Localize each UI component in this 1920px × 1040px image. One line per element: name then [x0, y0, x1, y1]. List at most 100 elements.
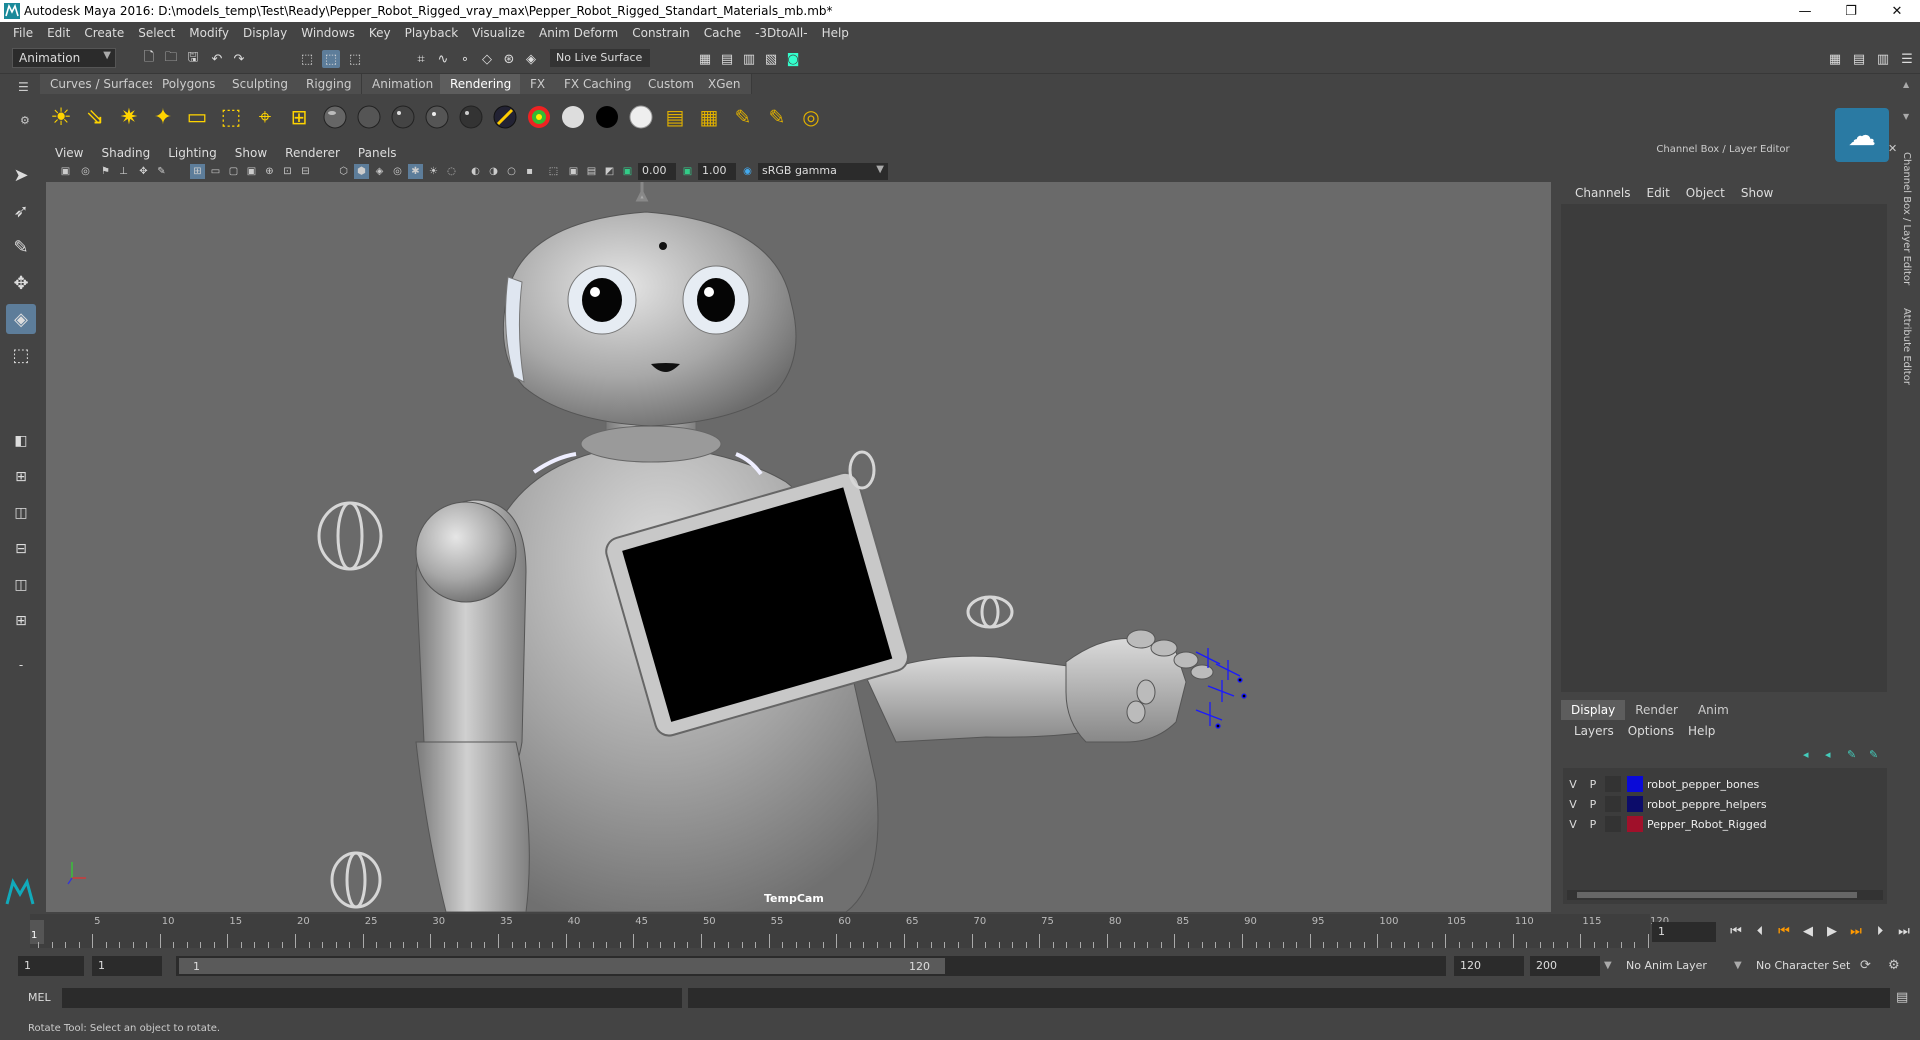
menu-display[interactable]: Display: [236, 26, 294, 40]
menu-3dtoall[interactable]: -3DtoAll-: [748, 26, 814, 40]
viewport-menu-lighting[interactable]: Lighting: [159, 146, 226, 160]
channel-box-area[interactable]: [1561, 204, 1887, 692]
volume-light-icon[interactable]: ⬚: [216, 102, 246, 132]
maya-home-icon[interactable]: [4, 876, 36, 908]
right-scrollbar[interactable]: ▲ ▼: [1899, 40, 1919, 136]
shelf-tab-rendering[interactable]: Rendering: [440, 74, 523, 94]
command-input[interactable]: [62, 988, 682, 1008]
bookmark-icon[interactable]: ⚑: [98, 164, 113, 179]
spot-light-icon[interactable]: ✦: [148, 102, 178, 132]
time-slider[interactable]: 1 5 10 15 20 25 30 35 40 45 50 55 60 65 70 75 80 85 90 95 1…: [30, 914, 1669, 948]
select-by-component-icon[interactable]: ⬚: [346, 50, 364, 68]
shelf-tab-animation[interactable]: Animation: [362, 74, 445, 94]
resolution-gate-icon[interactable]: ▢: [226, 164, 241, 179]
color-management-icon[interactable]: ◉: [740, 164, 755, 179]
layer-visibility-toggle[interactable]: V: [1563, 778, 1583, 791]
layer-menu-help[interactable]: Help: [1681, 724, 1722, 738]
side-by-side-layout-icon[interactable]: ◫: [6, 498, 36, 528]
use-all-lights-icon[interactable]: ✱: [408, 164, 423, 179]
shadows-icon[interactable]: ☀: [426, 164, 441, 179]
layer-horizontal-scrollbar[interactable]: [1567, 890, 1883, 900]
isolate-select-icon[interactable]: ▪: [522, 164, 537, 179]
menu-key[interactable]: Key: [362, 26, 398, 40]
ambient-light-icon[interactable]: ☀: [46, 102, 76, 132]
exposure-field[interactable]: 0.00: [638, 163, 676, 180]
ramp-shader-icon[interactable]: [524, 102, 554, 132]
play-forwards-icon[interactable]: ▶: [1822, 922, 1842, 940]
playblast-icon[interactable]: ◎: [796, 102, 826, 132]
preferences-icon[interactable]: ⚙: [1888, 958, 1900, 973]
gate-mask-icon[interactable]: ▣: [244, 164, 259, 179]
phong-material-icon[interactable]: [388, 102, 418, 132]
playback-start-field[interactable]: 1: [92, 956, 162, 976]
four-pane-layout-icon[interactable]: ⊞: [6, 462, 36, 492]
backface-icon[interactable]: ◩: [602, 164, 617, 179]
layer-row[interactable]: V P Pepper_Robot_Rigged: [1563, 814, 1887, 834]
render-view-icon[interactable]: ▧: [762, 50, 780, 68]
layer-playback-toggle[interactable]: P: [1583, 798, 1603, 811]
lambert-material-icon[interactable]: [354, 102, 384, 132]
viewport-menu-panels[interactable]: Panels: [349, 146, 406, 160]
viewport-menu-shading[interactable]: Shading: [92, 146, 159, 160]
render-settings-icon[interactable]: ▦: [696, 50, 714, 68]
layer-visibility-toggle[interactable]: V: [1563, 818, 1583, 831]
xray-active-icon[interactable]: ▤: [584, 164, 599, 179]
layer-type-toggle[interactable]: [1605, 796, 1621, 812]
menu-file[interactable]: File: [6, 26, 40, 40]
render-sequence-icon[interactable]: ▦: [694, 102, 724, 132]
range-slider-handle[interactable]: 1 120: [179, 958, 945, 974]
channel-box-toggle-icon[interactable]: ▥: [1874, 50, 1892, 68]
character-set-dropdown[interactable]: No Character Set: [1750, 956, 1856, 976]
open-scene-icon[interactable]: 🗀: [162, 50, 180, 68]
cb-menu-show[interactable]: Show: [1733, 186, 1781, 200]
layer-row[interactable]: V P robot_peppre_helpers: [1563, 794, 1887, 814]
select-camera-icon[interactable]: ▣: [58, 164, 73, 179]
move-layer-up-icon[interactable]: ◂: [1803, 748, 1809, 761]
snap-point-icon[interactable]: ∘: [456, 50, 474, 68]
auto-key-icon[interactable]: ⟳: [1860, 958, 1871, 973]
wireframe-on-shaded-icon[interactable]: ◈: [372, 164, 387, 179]
camera-aim-icon[interactable]: ⊞: [284, 102, 314, 132]
phong-e-material-icon[interactable]: [422, 102, 452, 132]
layer-tab-display[interactable]: Display: [1561, 700, 1626, 720]
step-back-key-icon[interactable]: ⏮: [1774, 922, 1794, 940]
select-by-hierarchy-icon[interactable]: ⬚: [298, 50, 316, 68]
play-backwards-icon[interactable]: ◀: [1798, 922, 1818, 940]
cloud-upload-button[interactable]: ☁: [1835, 108, 1889, 162]
panel-close-icon[interactable]: ✕: [1888, 142, 1897, 155]
rotate-tool-icon[interactable]: ◈: [6, 304, 36, 334]
layer-type-toggle[interactable]: [1605, 816, 1621, 832]
motion-blur-icon[interactable]: ◐: [468, 164, 483, 179]
animation-start-field[interactable]: 1: [18, 956, 84, 976]
menu-constrain[interactable]: Constrain: [625, 26, 697, 40]
anisotropic-material-icon[interactable]: [456, 102, 486, 132]
step-forward-key-icon[interactable]: ⏭: [1846, 922, 1866, 940]
layer-type-toggle[interactable]: [1605, 776, 1621, 792]
menu-playback[interactable]: Playback: [398, 26, 466, 40]
ipr-render-shelf-icon[interactable]: ✎: [762, 102, 792, 132]
chevron-down-icon[interactable]: ▼: [1734, 960, 1742, 971]
snap-curve-icon[interactable]: ∿: [434, 50, 452, 68]
step-forward-frame-icon[interactable]: ⏵: [1870, 922, 1890, 940]
shelf-tab-curves-surfaces[interactable]: Curves / Surfaces: [40, 74, 167, 94]
menu-create[interactable]: Create: [77, 26, 131, 40]
scrollbar-thumb[interactable]: [1577, 892, 1857, 898]
save-scene-icon[interactable]: 🖫: [184, 50, 202, 68]
menu-windows[interactable]: Windows: [294, 26, 362, 40]
color-space-dropdown[interactable]: sRGB gamma ▼: [758, 163, 888, 180]
chevron-down-icon[interactable]: ▼: [1604, 960, 1612, 971]
shelf-tab-xgen[interactable]: XGen: [698, 74, 752, 94]
layer-menu-options[interactable]: Options: [1621, 724, 1681, 738]
move-tool-icon[interactable]: ✥: [6, 268, 36, 298]
screen-space-ao-icon[interactable]: ◌: [444, 164, 459, 179]
menu-help[interactable]: Help: [815, 26, 856, 40]
persp-outliner-layout-icon[interactable]: ◫: [6, 570, 36, 600]
textured-icon[interactable]: ◎: [390, 164, 405, 179]
shelf-tab-rigging[interactable]: Rigging: [296, 74, 363, 94]
layer-row[interactable]: V P robot_pepper_bones: [1563, 774, 1887, 794]
cb-menu-channels[interactable]: Channels: [1567, 186, 1639, 200]
snap-live-icon[interactable]: ⊛: [500, 50, 518, 68]
animation-end-field[interactable]: 200: [1530, 956, 1600, 976]
hypershade-icon[interactable]: ◙: [784, 50, 802, 68]
step-back-frame-icon[interactable]: ⏴: [1750, 922, 1770, 940]
